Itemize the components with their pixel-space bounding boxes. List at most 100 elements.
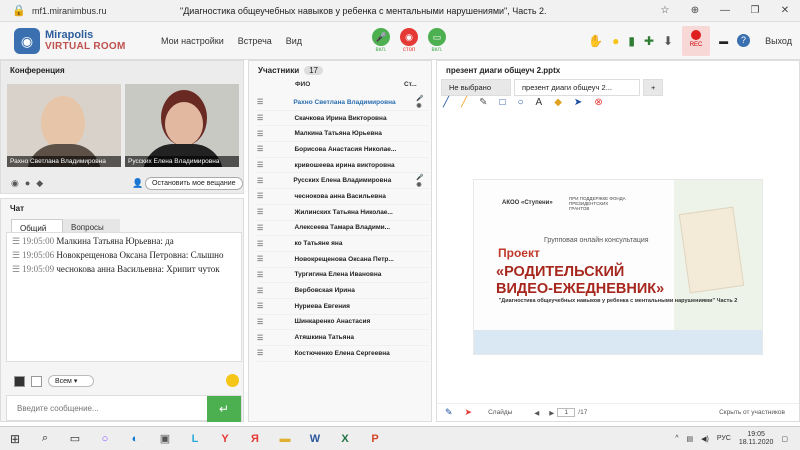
brush-icon[interactable]: ✎ [479,97,487,108]
notifications-icon[interactable]: ▢ [781,435,788,443]
hide-from-participants[interactable]: Скрыть от участников [719,409,785,416]
menu-meeting[interactable]: Встреча [238,36,272,46]
screen-control[interactable]: ▭ вкл. [428,28,447,53]
app-l-icon[interactable]: L [180,433,210,445]
participant-row[interactable]: ☰ Вербовская Ирина [257,283,429,299]
language-flag-icon[interactable]: ▬ [719,36,728,46]
assistant-icon[interactable]: ○ [90,433,120,445]
menu-view[interactable]: Вид [286,36,302,46]
volume-icon[interactable]: ◀) [701,435,709,443]
participant-row[interactable]: ☰ Алексеева Тамара Владими... [257,221,429,237]
participant-row[interactable]: ☰ Рахно Светлана Владимировна 🎤 ◉ [257,95,429,111]
language-indicator[interactable]: РУС [717,435,731,442]
powerpoint-icon[interactable]: P [360,433,390,445]
pen-icon[interactable]: ╱ [443,97,449,108]
col-name[interactable]: ФИО [295,81,404,88]
tray-expand-icon[interactable]: ^ [675,435,678,442]
pointer-icon[interactable]: ➤ [574,97,582,108]
drag-handle-icon[interactable]: ☰ [257,161,270,169]
drag-handle-icon[interactable]: ☰ [257,334,270,342]
download-icon[interactable]: ⬇ [663,34,673,48]
network-icon[interactable]: ▤ [686,435,693,443]
record-button[interactable]: REC [682,25,711,56]
word-icon[interactable]: W [300,433,330,445]
drag-handle-icon[interactable]: ☰ [257,177,269,185]
prev-slide-button[interactable]: ◀ [534,409,539,417]
stop-broadcast-button[interactable]: Остановить мое вещание [145,177,243,190]
add-tab-button[interactable]: + [643,79,664,96]
bg-color-button[interactable] [31,375,42,387]
task-view-icon[interactable]: ▭ [60,432,90,445]
drag-handle-icon[interactable]: ☰ [257,302,270,310]
minimize-button[interactable]: — [710,5,740,16]
mic-control[interactable]: 🎤 вкл. [372,28,391,53]
mic-settings-icon[interactable]: ● [25,178,30,189]
edge-icon[interactable]: ◐ [120,433,150,445]
participant-row[interactable]: ☰ чеснокова анна Васильевна [257,189,429,205]
pointer-mode-icon[interactable]: ➤ [465,407,473,418]
speaker-settings-icon[interactable]: ◆ [36,178,43,189]
audience-select[interactable]: Всем ▾ [48,375,94,387]
yandex-browser-icon[interactable]: Y [210,433,240,445]
fill-icon[interactable]: ◆ [554,97,562,108]
drag-handle-icon[interactable]: ☰ [257,130,270,138]
next-slide-button[interactable]: ▶ [549,409,554,417]
ellipse-icon[interactable]: ○ [518,97,524,108]
camera-control[interactable]: ◉ стоп [400,28,419,53]
participant-row[interactable]: ☰ Костюченко Елена Сергеевна [257,346,429,362]
participant-row[interactable]: ☰ ко Татьяне яна [257,236,429,252]
tab-presentation-file[interactable]: презент диаги общеуч 2... [514,79,640,96]
participant-row[interactable]: ☰ Атяшкина Татьяна [257,330,429,346]
highlighter-icon[interactable]: ╱ [461,97,467,108]
participant-row[interactable]: ☰ Жилинских Татьяна Николае... [257,205,429,221]
drag-handle-icon[interactable]: ☰ [257,318,270,326]
store-icon[interactable]: ▣ [150,432,180,445]
menu-my-settings[interactable]: Мои настройки [161,36,224,46]
smiley-icon[interactable] [226,374,239,387]
emoji-icon[interactable]: ● [612,34,619,48]
restore-button[interactable]: ❐ [740,5,770,16]
participant-row[interactable]: ☰ Борисова Анастасия Николае... [257,142,429,158]
help-icon[interactable]: ? [737,34,751,47]
user-icon[interactable]: ⊕ [680,5,710,16]
stats-icon[interactable]: ▮ [628,34,635,48]
url-text[interactable]: mf1.miranimbus.ru [32,6,142,16]
drag-handle-icon[interactable]: ☰ [257,208,270,216]
participant-row[interactable]: ☰ Шинкаренко Анастасия [257,315,429,331]
bookmark-icon[interactable]: ☆ [650,5,680,16]
clock[interactable]: 19:05 18.11.2020 [739,431,774,447]
drag-handle-icon[interactable]: ☰ [257,145,270,153]
participant-row[interactable]: ☰ Тургигина Елена Ивановна [257,268,429,284]
drag-handle-icon[interactable]: ☰ [257,114,270,122]
drag-handle-icon[interactable]: ☰ [257,98,269,106]
text-color-button[interactable] [14,375,25,387]
col-status[interactable]: Ст... [404,81,417,88]
camera-settings-icon[interactable]: ◉ [11,178,19,189]
tab-not-selected[interactable]: Не выбрано [441,79,511,96]
drag-handle-icon[interactable]: ☰ [257,240,270,248]
rectangle-icon[interactable]: □ [499,97,505,108]
folder-icon[interactable]: ▬ [270,433,300,445]
video-tile-1[interactable]: Рахно Светлана Владимировна [7,84,121,167]
page-number-input[interactable]: 1 [557,408,576,417]
raise-hand-icon[interactable]: ✋ [588,34,603,48]
participant-row[interactable]: ☰ Нуриева Евгения [257,299,429,315]
participant-row[interactable]: ☰ кривошеева ирина викторовна [257,158,429,174]
share-icon[interactable]: ✚ [644,34,654,48]
participant-row[interactable]: ☰ Скачкова Ирина Викторовна [257,111,429,127]
text-icon[interactable]: A [536,97,543,108]
drag-handle-icon[interactable]: ☰ [257,349,270,357]
yandex-icon[interactable]: Я [240,433,270,445]
participant-row[interactable]: ☰ Русских Елена Владимировна 🎤 ◉ [257,173,429,190]
video-tile-2[interactable]: Русских Елена Владимировна [125,84,239,167]
slides-label[interactable]: Слайды [488,409,512,416]
drag-handle-icon[interactable]: ☰ [257,287,270,295]
drag-handle-icon[interactable]: ☰ [257,192,270,200]
pen-mode-icon[interactable]: ✎ [445,407,453,418]
drag-handle-icon[interactable]: ☰ [257,271,270,279]
drag-handle-icon[interactable]: ☰ [257,255,270,263]
participant-row[interactable]: ☰ Малкина Татьяна Юрьевна [257,126,429,143]
send-button[interactable]: ↵ [207,396,241,422]
chat-input[interactable] [7,396,197,420]
search-icon[interactable]: ⌕ [30,432,60,445]
